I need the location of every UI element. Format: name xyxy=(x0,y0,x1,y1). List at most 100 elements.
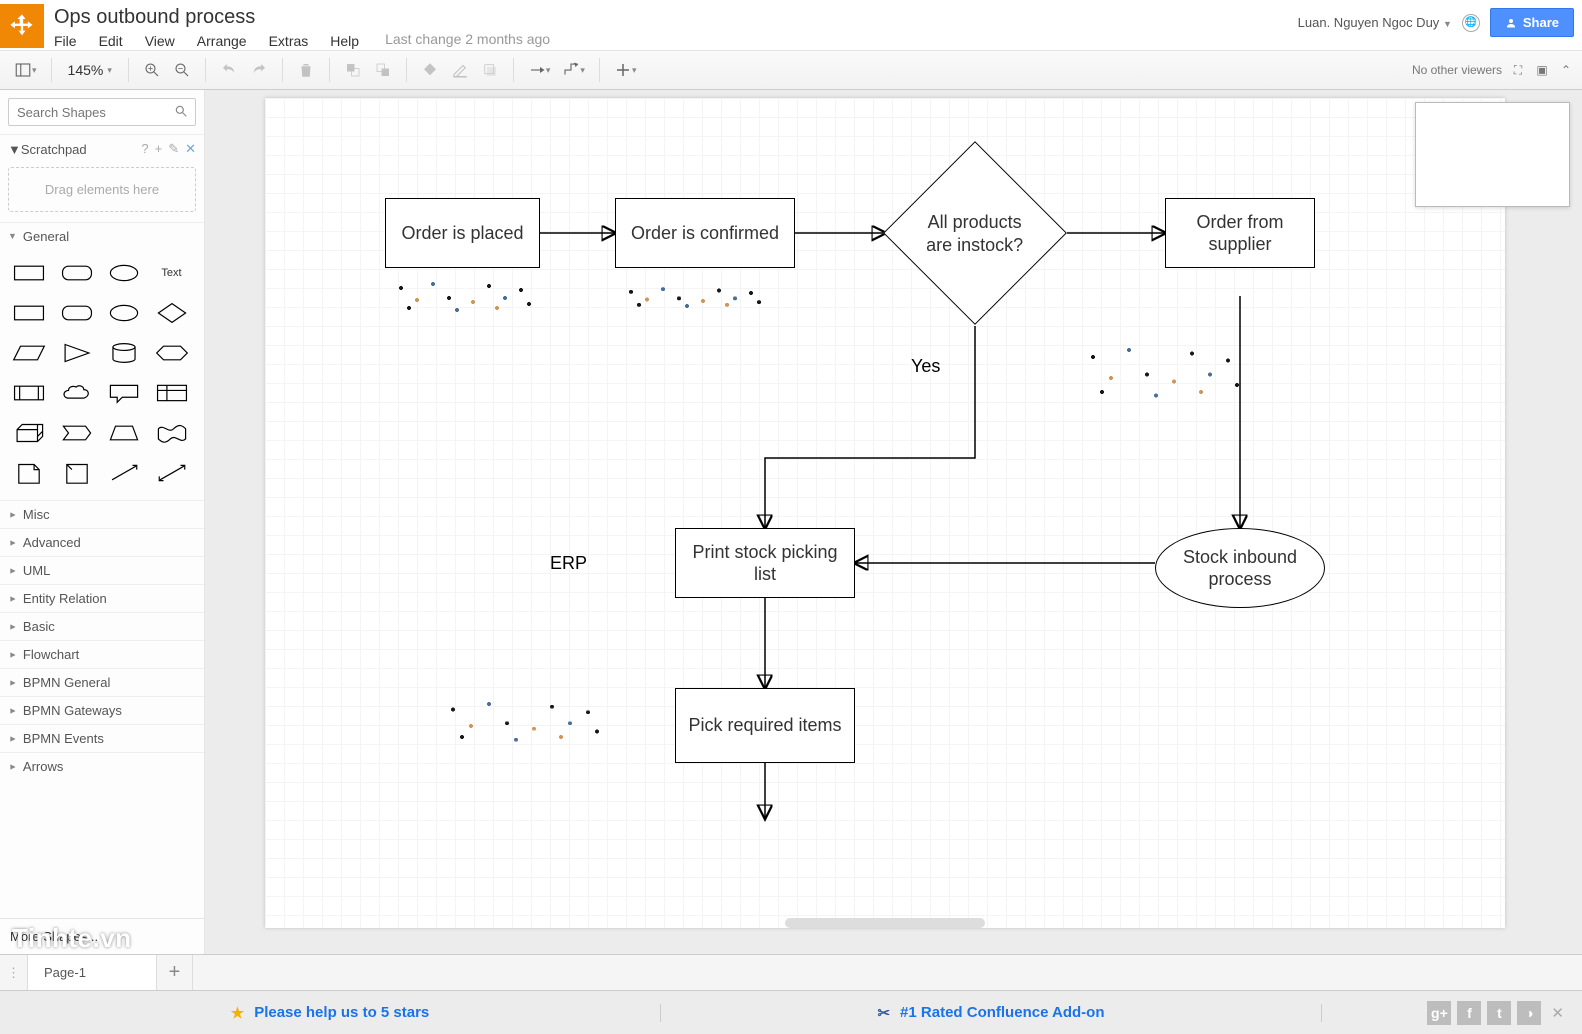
zoom-in-button[interactable] xyxy=(137,56,167,84)
scratchpad-edit-icon[interactable]: ✎ xyxy=(168,141,179,157)
shape-ellipse2[interactable] xyxy=(105,298,143,328)
shape-parallelogram[interactable] xyxy=(10,338,48,368)
shape-process[interactable] xyxy=(10,378,48,408)
node-stock-inbound[interactable]: Stock inbound process xyxy=(1155,528,1325,608)
toolbar: ▾ 145% ▾ ▾ ▾ ▾ No other viewers ⛶ ▣ ⌃ xyxy=(0,50,1582,90)
category-bpmn-gateways[interactable]: ▼BPMN Gateways xyxy=(0,696,204,724)
category-arrows[interactable]: ▼Arrows xyxy=(0,752,204,780)
shape-rectangle[interactable] xyxy=(10,258,48,288)
close-bottombar-icon[interactable]: ✕ xyxy=(1547,1004,1568,1022)
zoom-level[interactable]: 145% ▾ xyxy=(60,62,120,78)
annotation-3[interactable] xyxy=(1075,336,1255,406)
scratchpad-add-icon[interactable]: + xyxy=(155,141,163,157)
shape-rounded-rect2[interactable] xyxy=(58,298,96,328)
shape-text[interactable]: Text xyxy=(153,258,191,288)
more-shapes-button[interactable]: More Shapes... xyxy=(0,918,204,954)
shape-step[interactable] xyxy=(58,418,96,448)
redo-button[interactable] xyxy=(244,56,274,84)
category-entity-relation[interactable]: ▼Entity Relation xyxy=(0,584,204,612)
scratchpad-header[interactable]: ▼ Scratchpad ? + ✎ ✕ xyxy=(0,134,204,163)
waypoints-button[interactable]: ▾ xyxy=(556,56,591,84)
shape-cube[interactable] xyxy=(10,418,48,448)
category-flowchart[interactable]: ▼Flowchart xyxy=(0,640,204,668)
annotation-2[interactable] xyxy=(615,284,775,310)
menu-extras[interactable]: Extras xyxy=(269,31,319,51)
to-back-button[interactable] xyxy=(368,56,398,84)
canvas-area[interactable]: Order is placed Order is confirmed All p… xyxy=(205,90,1582,954)
share-button[interactable]: Share xyxy=(1490,8,1574,37)
menu-edit[interactable]: Edit xyxy=(99,31,133,51)
insert-button[interactable]: ▾ xyxy=(608,56,643,84)
node-print-picking[interactable]: Print stock picking list xyxy=(675,528,855,598)
to-front-button[interactable] xyxy=(338,56,368,84)
format-panel-icon[interactable]: ▣ xyxy=(1534,62,1550,78)
zoom-out-button[interactable] xyxy=(167,56,197,84)
shape-table[interactable] xyxy=(153,378,191,408)
shape-callout[interactable] xyxy=(105,378,143,408)
github-icon[interactable]: ◑ xyxy=(1517,1001,1541,1025)
facebook-icon[interactable]: f xyxy=(1457,1001,1481,1025)
shape-ellipse[interactable] xyxy=(105,258,143,288)
shape-rectangle2[interactable] xyxy=(10,298,48,328)
scratchpad-help-icon[interactable]: ? xyxy=(141,141,148,157)
category-uml[interactable]: ▼UML xyxy=(0,556,204,584)
category-advanced[interactable]: ▼Advanced xyxy=(0,528,204,556)
node-pick-items[interactable]: Pick required items xyxy=(675,688,855,763)
globe-icon[interactable]: 🌐 xyxy=(1462,14,1480,32)
shape-diamond[interactable] xyxy=(153,298,191,328)
shape-rounded-rect[interactable] xyxy=(58,258,96,288)
shape-line-arrow[interactable] xyxy=(105,458,143,488)
category-misc[interactable]: ▼Misc xyxy=(0,500,204,528)
tab-page-1[interactable]: Page-1 xyxy=(28,955,157,990)
person-icon xyxy=(1505,17,1517,29)
tabs-scroll-icon[interactable]: ⋮ xyxy=(0,955,28,990)
menu-help[interactable]: Help xyxy=(330,31,369,51)
undo-button[interactable] xyxy=(214,56,244,84)
menu-arrange[interactable]: Arrange xyxy=(197,31,257,51)
scratchpad-dropzone[interactable]: Drag elements here xyxy=(8,167,196,212)
tab-add-button[interactable]: + xyxy=(157,955,193,990)
search-shapes-input[interactable] xyxy=(8,98,196,126)
page-layout-button[interactable]: ▾ xyxy=(8,56,43,84)
scratchpad-close-icon[interactable]: ✕ xyxy=(185,141,196,157)
doc-title[interactable]: Ops outbound process xyxy=(54,4,1298,31)
shape-cloud[interactable] xyxy=(58,378,96,408)
annotation-1[interactable] xyxy=(385,276,545,316)
connection-button[interactable]: ▾ xyxy=(522,56,557,84)
shape-triangle[interactable] xyxy=(58,338,96,368)
shape-cylinder[interactable] xyxy=(105,338,143,368)
googleplus-icon[interactable]: g+ xyxy=(1427,1001,1451,1025)
shape-hexagon[interactable] xyxy=(153,338,191,368)
fullscreen-icon[interactable]: ⛶ xyxy=(1510,62,1526,78)
user-name[interactable]: Luan. Nguyen Ngoc Duy ▼ xyxy=(1298,15,1452,30)
horizontal-scrollbar[interactable] xyxy=(785,918,985,928)
shape-trapezoid[interactable] xyxy=(105,418,143,448)
category-bpmn-events[interactable]: ▼BPMN Events xyxy=(0,724,204,752)
menu-view[interactable]: View xyxy=(145,31,185,51)
shape-tape[interactable] xyxy=(153,418,191,448)
category-basic[interactable]: ▼Basic xyxy=(0,612,204,640)
help-5stars-link[interactable]: ★ Please help us to 5 stars xyxy=(0,1004,661,1022)
label-yes[interactable]: Yes xyxy=(911,356,940,377)
label-erp[interactable]: ERP xyxy=(550,553,587,574)
rated-addon-link[interactable]: ✂ #1 Rated Confluence Add-on xyxy=(661,1004,1322,1022)
line-color-button[interactable] xyxy=(445,56,475,84)
shape-note[interactable] xyxy=(10,458,48,488)
collapse-outline-icon[interactable]: ⌃ xyxy=(1558,62,1574,78)
shape-card[interactable] xyxy=(58,458,96,488)
canvas[interactable]: Order is placed Order is confirmed All p… xyxy=(265,98,1505,928)
node-order-supplier[interactable]: Order from supplier xyxy=(1165,198,1315,268)
shadow-button[interactable] xyxy=(475,56,505,84)
fill-color-button[interactable] xyxy=(415,56,445,84)
annotation-4[interactable] xyxy=(435,693,615,748)
outline-pane[interactable] xyxy=(1415,102,1570,207)
shape-line-biarrow[interactable] xyxy=(153,458,191,488)
category-general[interactable]: ▼ General xyxy=(0,222,204,250)
delete-button[interactable] xyxy=(291,56,321,84)
app-logo[interactable] xyxy=(0,4,44,48)
node-order-placed[interactable]: Order is placed xyxy=(385,198,540,268)
category-bpmn-general[interactable]: ▼BPMN General xyxy=(0,668,204,696)
node-order-confirmed[interactable]: Order is confirmed xyxy=(615,198,795,268)
twitter-icon[interactable]: t xyxy=(1487,1001,1511,1025)
menu-file[interactable]: File xyxy=(54,31,87,51)
